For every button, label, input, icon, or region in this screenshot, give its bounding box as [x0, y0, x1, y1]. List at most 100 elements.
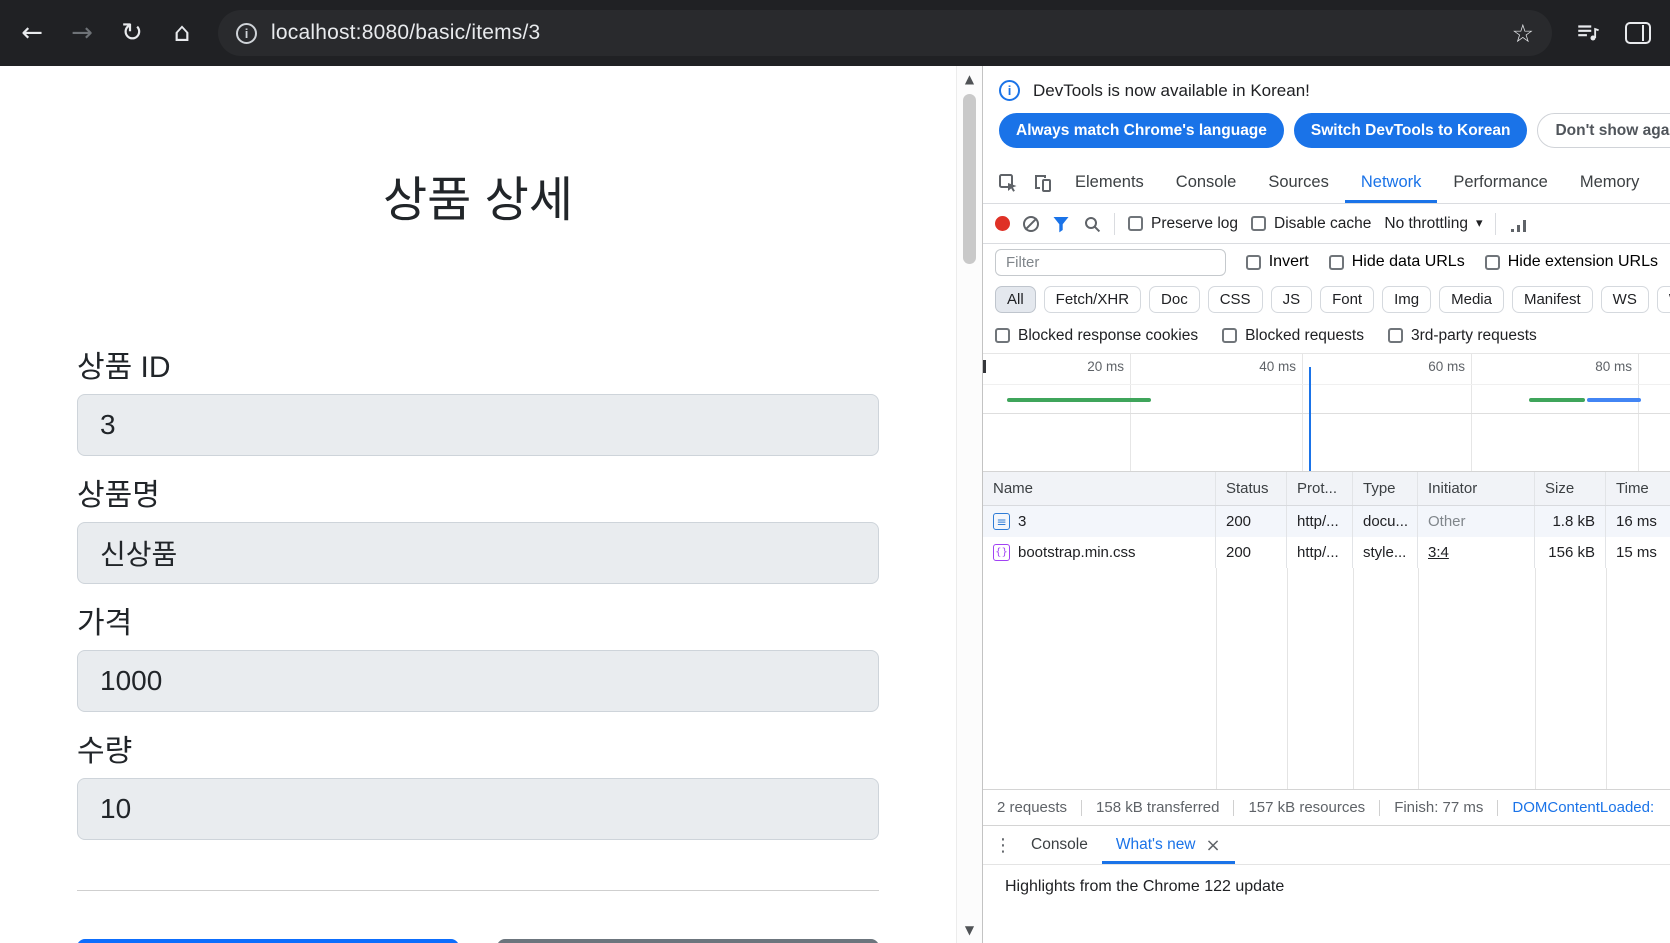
timeline-tick: 80 ms	[1595, 359, 1632, 374]
network-request-row[interactable]: ≡ 3 200 http/... docu... Other 1.8 kB 16…	[983, 506, 1670, 537]
hide-extension-urls-checkbox[interactable]: Hide extension URLs	[1484, 253, 1658, 271]
request-type-cell: docu...	[1353, 506, 1418, 537]
throttling-dropdown[interactable]: No throttling ▾	[1384, 215, 1482, 233]
back-to-list-button[interactable]: 목록으로	[497, 939, 879, 943]
filter-icon[interactable]	[1052, 215, 1070, 233]
clear-icon[interactable]	[1023, 215, 1039, 232]
filter-chip-all[interactable]: All	[995, 285, 1036, 313]
invert-checkbox[interactable]: Invert	[1245, 253, 1309, 271]
close-icon[interactable]: ×	[1206, 835, 1221, 856]
drawer-tab-whats-new[interactable]: What's new ×	[1102, 826, 1235, 864]
filter-chip-font[interactable]: Font	[1320, 285, 1375, 313]
scrollbar-thumb[interactable]	[963, 94, 976, 264]
home-icon[interactable]: ⌂	[160, 11, 204, 55]
tab-elements[interactable]: Elements	[1059, 162, 1160, 203]
column-header-size[interactable]: Size	[1535, 472, 1606, 505]
waterfall-bar-green	[1529, 398, 1585, 402]
network-toolbar: Preserve log Disable cache No throttling…	[983, 204, 1670, 244]
edit-item-button[interactable]: 상품 수정	[77, 939, 459, 943]
filter-chip-doc[interactable]: Doc	[1149, 285, 1200, 313]
inspect-element-icon[interactable]	[991, 166, 1025, 200]
hide-data-urls-checkbox[interactable]: Hide data URLs	[1328, 253, 1465, 271]
separator	[1114, 212, 1115, 235]
column-header-type[interactable]: Type	[1353, 472, 1418, 505]
checkbox-box	[1245, 254, 1261, 270]
column-separator	[1606, 568, 1607, 789]
back-icon[interactable]: ←	[10, 11, 54, 55]
timeline-rule	[983, 413, 1670, 414]
blocked-response-cookies-checkbox[interactable]: Blocked response cookies	[995, 327, 1198, 345]
tab-memory[interactable]: Memory	[1564, 162, 1656, 203]
side-panel-icon[interactable]	[1616, 11, 1660, 55]
document-icon: ≡	[993, 513, 1010, 530]
throttling-value: No throttling	[1384, 214, 1468, 232]
filter-input[interactable]	[995, 248, 1226, 276]
item-name-field[interactable]	[77, 522, 879, 584]
column-header-protocol[interactable]: Prot...	[1287, 472, 1353, 505]
record-icon[interactable]	[995, 216, 1010, 231]
page-scrollbar[interactable]: ▲ ▼	[956, 66, 982, 943]
forward-icon[interactable]: →	[60, 11, 104, 55]
tab-network[interactable]: Network	[1345, 162, 1438, 203]
blocked-requests-checkbox[interactable]: Blocked requests	[1222, 327, 1364, 345]
network-request-row[interactable]: {} bootstrap.min.css 200 http/... style.…	[983, 537, 1670, 568]
filter-chip-manifest[interactable]: Manifest	[1511, 285, 1593, 313]
tab-console[interactable]: Console	[1160, 162, 1253, 203]
site-info-icon[interactable]: i	[236, 22, 257, 44]
dont-show-again-button[interactable]: Don't show again	[1537, 113, 1670, 148]
column-separator	[1216, 568, 1217, 789]
checkbox-box	[1251, 216, 1267, 231]
reload-icon[interactable]: ↻	[110, 11, 154, 55]
whats-new-panel: Highlights from the Chrome 122 update	[983, 865, 1670, 943]
network-conditions-icon[interactable]	[1509, 215, 1529, 233]
item-price-field[interactable]	[77, 650, 879, 712]
scroll-down-icon[interactable]: ▼	[957, 923, 982, 937]
item-id-field[interactable]	[77, 394, 879, 456]
disable-cache-checkbox[interactable]: Disable cache	[1251, 215, 1371, 233]
request-protocol-cell: http/...	[1287, 506, 1353, 537]
third-party-requests-checkbox[interactable]: 3rd-party requests	[1387, 326, 1537, 345]
filter-chip-img[interactable]: Img	[1382, 285, 1432, 313]
summary-requests: 2 requests	[997, 799, 1068, 816]
switch-korean-button[interactable]: Switch DevTools to Korean	[1293, 113, 1528, 148]
filter-chip-wasm[interactable]: Wasm	[1656, 285, 1670, 313]
drawer-menu-icon[interactable]: ⋮	[989, 835, 1017, 856]
url-bar[interactable]: i localhost:8080/basic/items/3 ☆	[218, 10, 1552, 56]
filter-chip-css[interactable]: CSS	[1207, 285, 1263, 313]
tab-sources[interactable]: Sources	[1252, 162, 1345, 203]
filter-chip-js[interactable]: JS	[1270, 285, 1313, 313]
filter-chip-fetch-xhr[interactable]: Fetch/XHR	[1043, 285, 1142, 313]
checkbox-box	[995, 328, 1010, 343]
request-status-cell: 200	[1216, 506, 1287, 537]
request-name: 3	[1018, 513, 1027, 530]
request-size-cell: 156 kB	[1535, 537, 1606, 568]
item-quantity-field[interactable]	[77, 778, 879, 840]
filter-chip-media[interactable]: Media	[1439, 285, 1504, 313]
scroll-up-icon[interactable]: ▲	[957, 72, 982, 86]
network-overview-timeline[interactable]: 20 ms 40 ms 60 ms 80 ms	[983, 354, 1670, 472]
column-header-name[interactable]: Name	[983, 472, 1216, 505]
summary-transferred: 158 kB transferred	[1096, 799, 1220, 816]
search-icon[interactable]	[1083, 215, 1101, 233]
device-toolbar-icon[interactable]	[1025, 166, 1059, 200]
filter-chip-ws[interactable]: WS	[1600, 285, 1649, 313]
column-header-initiator[interactable]: Initiator	[1418, 472, 1535, 505]
column-header-status[interactable]: Status	[1216, 472, 1287, 505]
url-text[interactable]: localhost:8080/basic/items/3	[271, 21, 1498, 45]
preserve-log-checkbox[interactable]: Preserve log	[1128, 215, 1238, 233]
drawer-tabbar: ⋮ Console What's new ×	[983, 825, 1670, 865]
media-controls-icon[interactable]	[1566, 11, 1610, 55]
match-language-button[interactable]: Always match Chrome's language	[999, 113, 1284, 148]
item-price-label: 가격	[77, 607, 133, 640]
whats-new-label: What's new	[1115, 836, 1196, 853]
third-party-requests-label: 3rd-party requests	[1410, 326, 1537, 344]
timeline-edge-handle[interactable]	[983, 360, 986, 373]
column-separator	[1535, 568, 1536, 789]
initiator-link[interactable]: 3:4	[1428, 544, 1449, 561]
bookmark-star-icon[interactable]: ☆	[1512, 19, 1534, 48]
column-header-time[interactable]: Time	[1606, 472, 1670, 505]
separator	[1497, 799, 1499, 816]
drawer-tab-console[interactable]: Console	[1017, 826, 1102, 864]
tab-performance[interactable]: Performance	[1437, 162, 1563, 203]
request-name-cell: {} bootstrap.min.css	[983, 537, 1216, 568]
